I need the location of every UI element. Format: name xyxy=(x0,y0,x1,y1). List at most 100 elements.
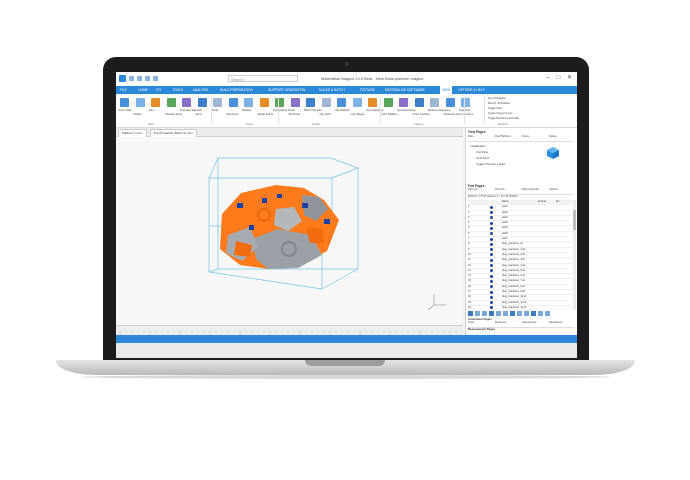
ribbon-toggle[interactable]: Toggle Support Lines xyxy=(488,112,512,115)
part-list-tool-icon[interactable] xyxy=(538,311,543,316)
menu-file[interactable]: FILE xyxy=(120,88,127,92)
scroll-thumb[interactable] xyxy=(573,210,576,230)
search-input[interactable]: Search xyxy=(228,75,298,82)
menu-materialise-software[interactable]: MATERIALISE SOFTWARE xyxy=(385,88,425,92)
visibility-icon[interactable] xyxy=(490,232,493,236)
view-option[interactable]: Toggle Triangles Labels xyxy=(476,162,505,166)
ribbon-pan-button[interactable] xyxy=(151,98,160,107)
panel-tab[interactable]: Attachments xyxy=(522,321,536,324)
part-list-tool-icon[interactable] xyxy=(482,311,487,316)
part-list-tool-icon[interactable] xyxy=(531,311,536,316)
part-list-scrollbar[interactable] xyxy=(573,200,576,310)
visibility-icon[interactable] xyxy=(490,264,493,268)
ribbon-rotate-button[interactable] xyxy=(135,98,145,107)
visibility-icon[interactable] xyxy=(490,248,493,252)
visibility-icon[interactable] xyxy=(490,205,493,209)
menu-options-help[interactable]: OPTIONS & HELP xyxy=(458,88,485,92)
visibility-icon[interactable] xyxy=(490,279,493,283)
column-header[interactable]: Name xyxy=(502,200,509,203)
visibility-icon[interactable] xyxy=(490,295,493,299)
panel-tab[interactable]: Part Info xyxy=(495,188,505,191)
panel-tab[interactable]: Views xyxy=(522,135,529,138)
view-option[interactable]: Visualization xyxy=(470,144,486,148)
visibility-icon[interactable] xyxy=(490,301,493,305)
part-list-tool-icon[interactable] xyxy=(503,311,508,316)
ribbon-measure-distances-button[interactable] xyxy=(430,98,439,107)
visibility-icon[interactable] xyxy=(490,216,493,220)
menu-build-preparation[interactable]: BUILD PREPARATION xyxy=(220,88,253,92)
ribbon-toggle[interactable]: Toggle Parts xyxy=(488,107,502,110)
visibility-icon[interactable] xyxy=(490,269,493,273)
menu-home[interactable]: HOME xyxy=(138,88,148,92)
ribbon-translate-parts-button[interactable] xyxy=(166,98,176,107)
ribbon-shaded-button[interactable] xyxy=(244,98,253,107)
table-row[interactable]: 20 plug_maubetsc_12.stl xyxy=(468,306,572,310)
visibility-icon[interactable] xyxy=(490,221,493,225)
ribbon-sync-platform-button[interactable] xyxy=(383,98,393,107)
visibility-icon[interactable] xyxy=(490,242,493,246)
panel-tab[interactable]: Rotate xyxy=(549,135,557,138)
menu-fix[interactable]: FIX xyxy=(156,88,161,92)
visibility-icon[interactable] xyxy=(490,290,493,294)
menu-slices-hatch[interactable]: SLICES & HATCH xyxy=(319,88,345,92)
ribbon-translate-selection-button[interactable] xyxy=(182,98,191,107)
ribbon-show-triangles-button[interactable] xyxy=(306,98,315,107)
ribbon-clip-parts-button[interactable] xyxy=(321,98,331,107)
ribbon-zoom-tools-button[interactable] xyxy=(120,98,129,107)
ribbon-transparent-points-button[interactable] xyxy=(275,98,284,107)
part-list-tool-icon[interactable] xyxy=(524,311,529,316)
ribbon-sync-rendering-button[interactable] xyxy=(399,98,408,107)
view-option[interactable]: Unit Parts xyxy=(476,150,488,154)
ribbon-move-button[interactable] xyxy=(197,98,207,107)
menu-view[interactable]: VIEW xyxy=(440,86,453,94)
menu-tools[interactable]: TOOLS xyxy=(172,88,183,92)
3d-viewport[interactable] xyxy=(116,137,463,325)
part-list-tool-icon[interactable] xyxy=(496,311,501,316)
menu-analysis[interactable]: ANALYSIS xyxy=(193,88,208,92)
quick-access-toolbar[interactable] xyxy=(129,76,189,81)
ribbon-split-point-button[interactable] xyxy=(290,98,300,107)
panel-tab[interactable]: Tools xyxy=(468,321,474,324)
ribbon-toggle[interactable]: Bottom Of Shadow xyxy=(488,102,510,105)
ribbon-snapshot-button[interactable] xyxy=(461,98,470,107)
visibility-icon[interactable] xyxy=(490,258,493,262)
part-list-table[interactable]: Name Format Fix 1 part1 2 part2 3 part3 4 part4 5 pa… xyxy=(468,200,572,310)
column-header[interactable]: Fix xyxy=(556,200,559,203)
view-option[interactable]: Gold Parts xyxy=(476,156,489,160)
menu-texture[interactable]: TEXTURE xyxy=(360,88,375,92)
visibility-icon[interactable] xyxy=(490,285,493,289)
visibility-icon[interactable] xyxy=(490,274,493,278)
minimize-button[interactable]: – xyxy=(544,75,551,82)
panel-tab[interactable]: Options xyxy=(549,188,558,191)
close-button[interactable]: ✕ xyxy=(566,75,573,82)
part-list-tool-icon[interactable] xyxy=(545,311,550,316)
part-list-tool-icon[interactable] xyxy=(489,311,494,316)
panel-tab[interactable]: Pan/Tilt/Zoom xyxy=(495,135,511,138)
ribbon-visual-button[interactable] xyxy=(213,98,222,107)
ribbon-crop-edges-button[interactable] xyxy=(352,98,362,107)
panel-tab[interactable]: Part Properties xyxy=(522,188,539,191)
visibility-icon[interactable] xyxy=(490,306,493,310)
panel-tab[interactable]: Main xyxy=(468,135,474,138)
ribbon-advanced-cross-sections-button[interactable] xyxy=(445,98,455,107)
ribbon-wireframe-button[interactable] xyxy=(228,98,238,107)
panel-tab[interactable]: Measures xyxy=(495,321,506,324)
part-list-tool-icon[interactable] xyxy=(517,311,522,316)
panel-tab[interactable]: Part List xyxy=(468,188,478,191)
menu-support-generation[interactable]: SUPPORT GENERATION xyxy=(268,88,305,92)
ribbon-cross-sections-button[interactable] xyxy=(414,98,424,107)
part-list-tool-icon[interactable] xyxy=(475,311,480,316)
visibility-icon[interactable] xyxy=(490,237,493,241)
visibility-icon[interactable] xyxy=(490,226,493,230)
ribbon-toggle[interactable]: Toggle Rendering Normals xyxy=(488,117,519,120)
ribbon-clip-platform-button[interactable] xyxy=(337,98,346,107)
visibility-icon[interactable] xyxy=(490,211,493,215)
visibility-icon[interactable] xyxy=(490,253,493,257)
ribbon-toggle[interactable]: Top Of Shadow xyxy=(488,97,506,100)
maximize-button[interactable]: □ xyxy=(555,75,562,82)
column-header[interactable]: Format xyxy=(538,200,546,203)
part-list-tool-icon[interactable] xyxy=(468,311,473,316)
panel-tab[interactable]: Resolutions xyxy=(549,321,563,324)
part-list-tool-icon[interactable] xyxy=(510,311,515,316)
view-cube-icon[interactable] xyxy=(546,146,560,160)
